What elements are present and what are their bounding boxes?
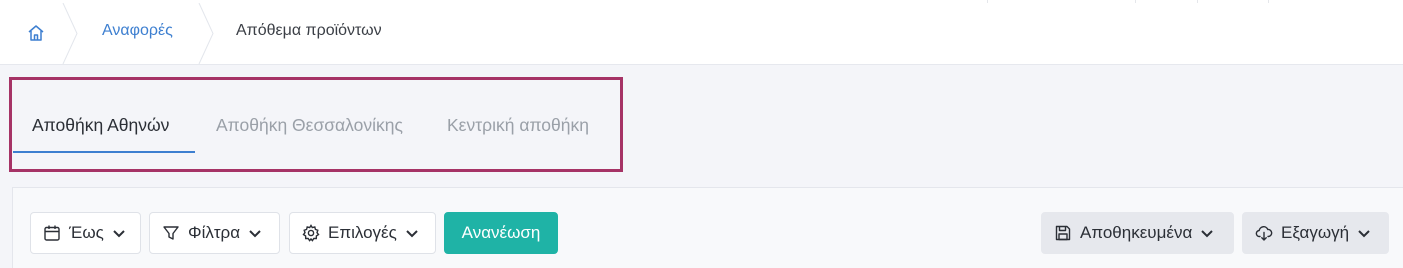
tab-central-warehouse[interactable]: Κεντρική αποθήκη (447, 115, 589, 136)
calendar-icon (43, 224, 61, 242)
tab-thessaloniki-warehouse[interactable]: Αποθήκη Θεσσαλονίκης (216, 115, 403, 136)
export-button-label: Εξαγωγή (1281, 223, 1350, 242)
chevron-down-icon (112, 226, 126, 240)
home-icon[interactable] (26, 23, 46, 43)
report-toolbar: Έως Φίλτρα Επιλογές Ανανέωση Αποθηκευμέν… (12, 187, 1403, 268)
gear-icon (302, 224, 320, 242)
breadcrumb-separator-icon (198, 3, 214, 64)
chevron-down-icon (248, 226, 262, 240)
breadcrumb-current: Απόθεμα προϊόντων (236, 22, 382, 39)
chevron-down-icon (1200, 226, 1214, 240)
export-button[interactable]: Εξαγωγή (1242, 212, 1389, 254)
options-button[interactable]: Επιλογές (289, 212, 436, 254)
filters-button-label: Φίλτρα (188, 223, 241, 242)
chevron-down-icon (1357, 226, 1371, 240)
date-button[interactable]: Έως (30, 212, 141, 254)
saved-reports-button[interactable]: Αποθηκευμένα (1041, 212, 1234, 254)
saved-reports-button-label: Αποθηκευμένα (1080, 223, 1193, 242)
cloud-download-icon (1255, 224, 1273, 242)
breadcrumb-separator-icon (62, 3, 78, 64)
tab-athens-warehouse[interactable]: Αποθήκη Αθηνών (32, 115, 169, 136)
options-button-label: Επιλογές (328, 223, 397, 242)
filters-button[interactable]: Φίλτρα (149, 212, 280, 254)
active-tab-indicator (13, 151, 195, 153)
save-icon (1054, 224, 1072, 242)
filter-icon (162, 224, 180, 242)
breadcrumb: Αναφορές Απόθεμα προϊόντων (0, 3, 1403, 65)
breadcrumb-reports-link[interactable]: Αναφορές (102, 22, 173, 40)
warehouse-tabs: Αποθήκη Αθηνών Αποθήκη Θεσσαλονίκης Κεντ… (9, 77, 623, 172)
date-button-label: Έως (69, 223, 104, 242)
refresh-button[interactable]: Ανανέωση (444, 212, 558, 254)
refresh-button-label: Ανανέωση (461, 223, 541, 242)
chevron-down-icon (405, 226, 419, 240)
